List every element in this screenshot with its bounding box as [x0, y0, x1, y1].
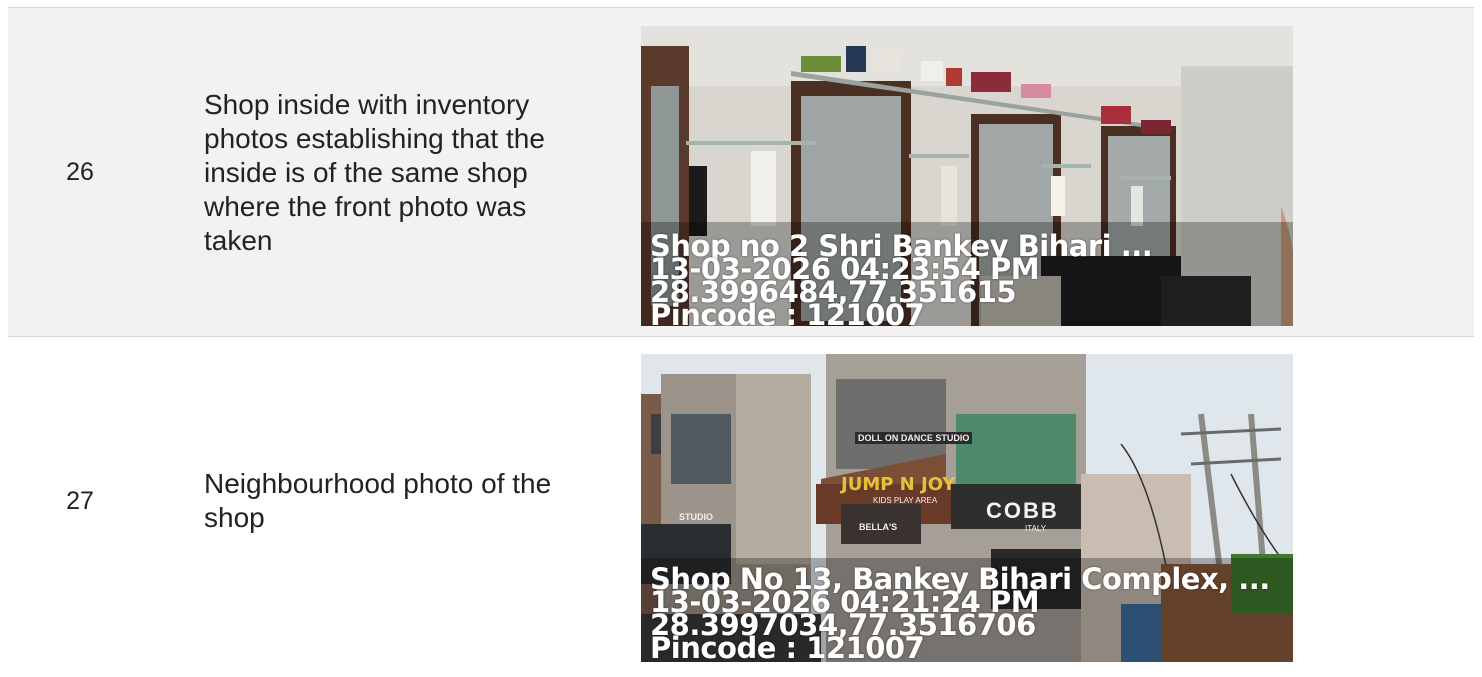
table-row: 26 Shop inside with inventory photos est… — [8, 7, 1474, 336]
sign-studio: STUDIO — [679, 512, 714, 522]
row-description: Shop inside with inventory photos establ… — [204, 89, 545, 256]
sign-play-area: JUMP N JOY — [841, 474, 956, 495]
table-row: 27 Neighbourhood photo of the shop DOLL … — [8, 336, 1474, 677]
evidence-table: 26 Shop inside with inventory photos est… — [0, 0, 1482, 677]
neighbourhood-photo: DOLL ON DANCE STUDIO JUMP N JOY KIDS PLA… — [641, 354, 1293, 662]
geotag-pincode: Pincode : 121007 — [650, 631, 925, 663]
row-number: 26 — [66, 158, 94, 186]
geotag-pincode: Pincode : 121007 — [650, 298, 925, 327]
sign-cobb: COBB — [986, 498, 1059, 523]
sign-bellas: BELLA'S — [859, 522, 898, 532]
row-number: 27 — [66, 487, 94, 515]
sign-cobb-sub: ITALY — [1025, 524, 1047, 533]
sign-dance-studio: DOLL ON DANCE STUDIO — [855, 432, 973, 444]
sign-play-area-sub: KIDS PLAY AREA — [873, 496, 938, 505]
shop-interior-photo: Shop no 2 Shri Bankey Bihari ... 13-03-2… — [641, 26, 1293, 326]
row-description: Neighbourhood photo of the shop — [204, 468, 552, 533]
